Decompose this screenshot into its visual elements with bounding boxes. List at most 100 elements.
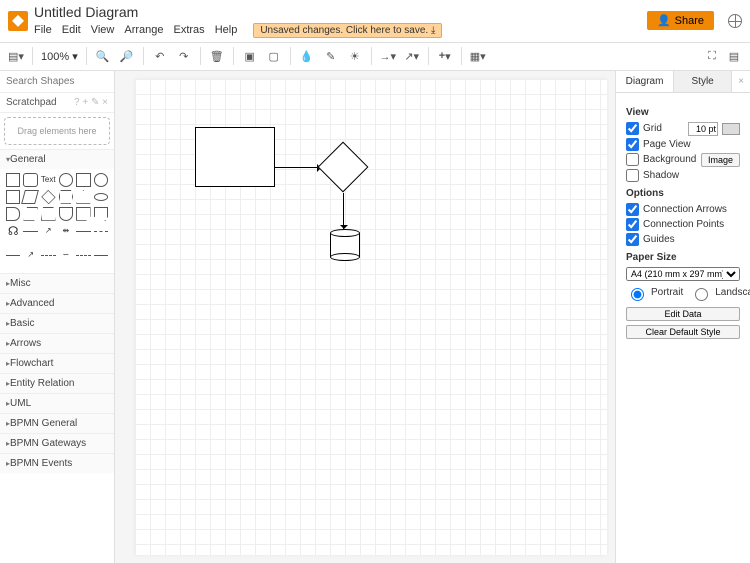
category-flowchart[interactable]: Flowchart [0,353,114,373]
shape-dashed2[interactable] [41,255,56,269]
delete-icon[interactable]: 🗑 [209,48,225,64]
category-misc[interactable]: Misc [0,273,114,293]
papersize-select[interactable]: A4 (210 mm x 297 mm) [626,267,740,281]
shadow-checkbox[interactable] [626,169,639,182]
shape-ellipse[interactable] [59,173,73,187]
shape-dashed[interactable] [94,231,108,245]
shape-line[interactable] [76,231,90,245]
shape-arrow-ne[interactable]: ↗ [41,224,56,238]
fill-color-icon[interactable]: 💧 [299,48,315,64]
shape-callout[interactable] [94,207,108,221]
shape-actor[interactable]: ☊ [6,224,20,238]
line-color-icon[interactable]: ✎ [323,48,339,64]
zoom-out-icon[interactable]: 🔎 [119,48,135,64]
category-general[interactable]: General [0,149,114,169]
canvas[interactable] [115,71,615,563]
shape-rect[interactable] [6,173,20,187]
shape-roundrect[interactable] [23,173,37,187]
menu-view[interactable]: View [91,24,115,36]
grid-color-swatch[interactable] [722,123,740,135]
conn-arrows-checkbox[interactable] [626,203,639,216]
shape-diamond[interactable] [41,190,55,204]
shape-arrow-both[interactable]: ⇹ [59,224,73,238]
zoom-in-icon[interactable]: 🔍 [95,48,111,64]
guides-checkbox[interactable] [626,233,639,246]
shape-triangle[interactable] [76,190,90,204]
category-uml[interactable]: UML [0,393,114,413]
language-icon[interactable] [728,14,742,28]
table-icon[interactable]: ▦▾ [470,48,486,64]
redo-icon[interactable]: ↷ [176,48,192,64]
menu-extras[interactable]: Extras [174,24,205,36]
document-title[interactable]: Untitled Diagram [34,4,641,21]
to-back-icon[interactable]: ▢ [266,48,282,64]
shape-text[interactable]: Text [41,173,56,187]
shape-diag[interactable]: ↗ [23,248,37,262]
grid-checkbox[interactable] [626,122,639,135]
fullscreen-icon[interactable]: ⛶ [704,48,720,64]
shape-hedge[interactable] [23,231,37,245]
menu-file[interactable]: File [34,24,52,36]
to-front-icon[interactable]: ▣ [242,48,258,64]
canvas-shape-cylinder[interactable] [330,229,360,261]
shape-dotted[interactable] [76,255,90,269]
insert-icon[interactable]: +▾ [437,48,453,64]
shape-cylinder[interactable] [94,193,108,201]
tab-style[interactable]: Style [674,71,732,92]
sidebar-toggle-icon[interactable]: ▤▾ [8,48,24,64]
close-panel-icon[interactable]: × [732,71,750,92]
shape-and[interactable] [6,207,20,221]
connection-icon[interactable]: →▾ [380,48,396,64]
image-button[interactable]: Image [701,153,740,167]
share-button[interactable]: 👤 Share [647,11,714,30]
category-bpmn-general[interactable]: BPMN General [0,413,114,433]
background-checkbox[interactable] [626,153,639,166]
menu-edit[interactable]: Edit [62,24,81,36]
shape-note[interactable] [76,207,90,221]
scratchpad-dropzone[interactable]: Drag elements here [4,117,110,145]
shape-parallelogram[interactable] [23,207,37,221]
shape-process[interactable] [6,190,20,204]
shape-trapezoid[interactable] [41,207,56,221]
shape-document[interactable] [59,207,73,221]
shape-arrow-line[interactable] [94,255,108,269]
menu-help[interactable]: Help [215,24,238,36]
canvas-edge-2[interactable] [343,193,344,229]
menubar: File Edit View Arrange Extras Help Unsav… [34,23,641,38]
category-arrows[interactable]: Arrows [0,333,114,353]
shadow-icon[interactable]: ☀ [347,48,363,64]
canvas-shape-diamond[interactable] [318,141,369,192]
edit-data-button[interactable]: Edit Data [626,307,740,321]
category-entity[interactable]: Entity Relation [0,373,114,393]
category-bpmn-events[interactable]: BPMN Events [0,453,114,473]
landscape-radio[interactable] [695,288,708,301]
scratchpad-actions[interactable]: ? + ✎ × [74,97,108,108]
clear-style-button[interactable]: Clear Default Style [626,325,740,339]
tab-diagram[interactable]: Diagram [616,71,674,92]
waypoints-icon[interactable]: ↗▾ [404,48,420,64]
shape-rhombus[interactable] [22,190,40,204]
search-shapes-input[interactable] [4,75,115,88]
canvas-edge-1[interactable] [275,167,321,168]
conn-points-checkbox[interactable] [626,218,639,231]
shape-curve[interactable]: ∽ [59,248,73,262]
paper[interactable] [135,79,607,555]
category-basic[interactable]: Basic [0,313,114,333]
shape-hexagon[interactable] [59,190,73,204]
zoom-level[interactable]: 100% ▾ [41,50,78,63]
category-advanced[interactable]: Advanced [0,293,114,313]
pageview-checkbox[interactable] [626,138,639,151]
canvas-shape-rectangle[interactable] [195,127,275,187]
menu-arrange[interactable]: Arrange [124,24,163,36]
category-bpmn-gateways[interactable]: BPMN Gateways [0,433,114,453]
grid-size-input[interactable] [688,122,718,136]
conn-points-label: Connection Points [643,219,724,230]
portrait-radio[interactable] [631,288,644,301]
shape-square[interactable] [76,173,90,187]
unsaved-notice[interactable]: Unsaved changes. Click here to save. ⤓ [253,23,442,38]
shape-circle[interactable] [94,173,108,187]
undo-icon[interactable]: ↶ [152,48,168,64]
format-panel-toggle-icon[interactable]: ▤ [726,48,742,64]
app-logo[interactable] [8,11,28,31]
shape-line2[interactable] [6,255,20,269]
